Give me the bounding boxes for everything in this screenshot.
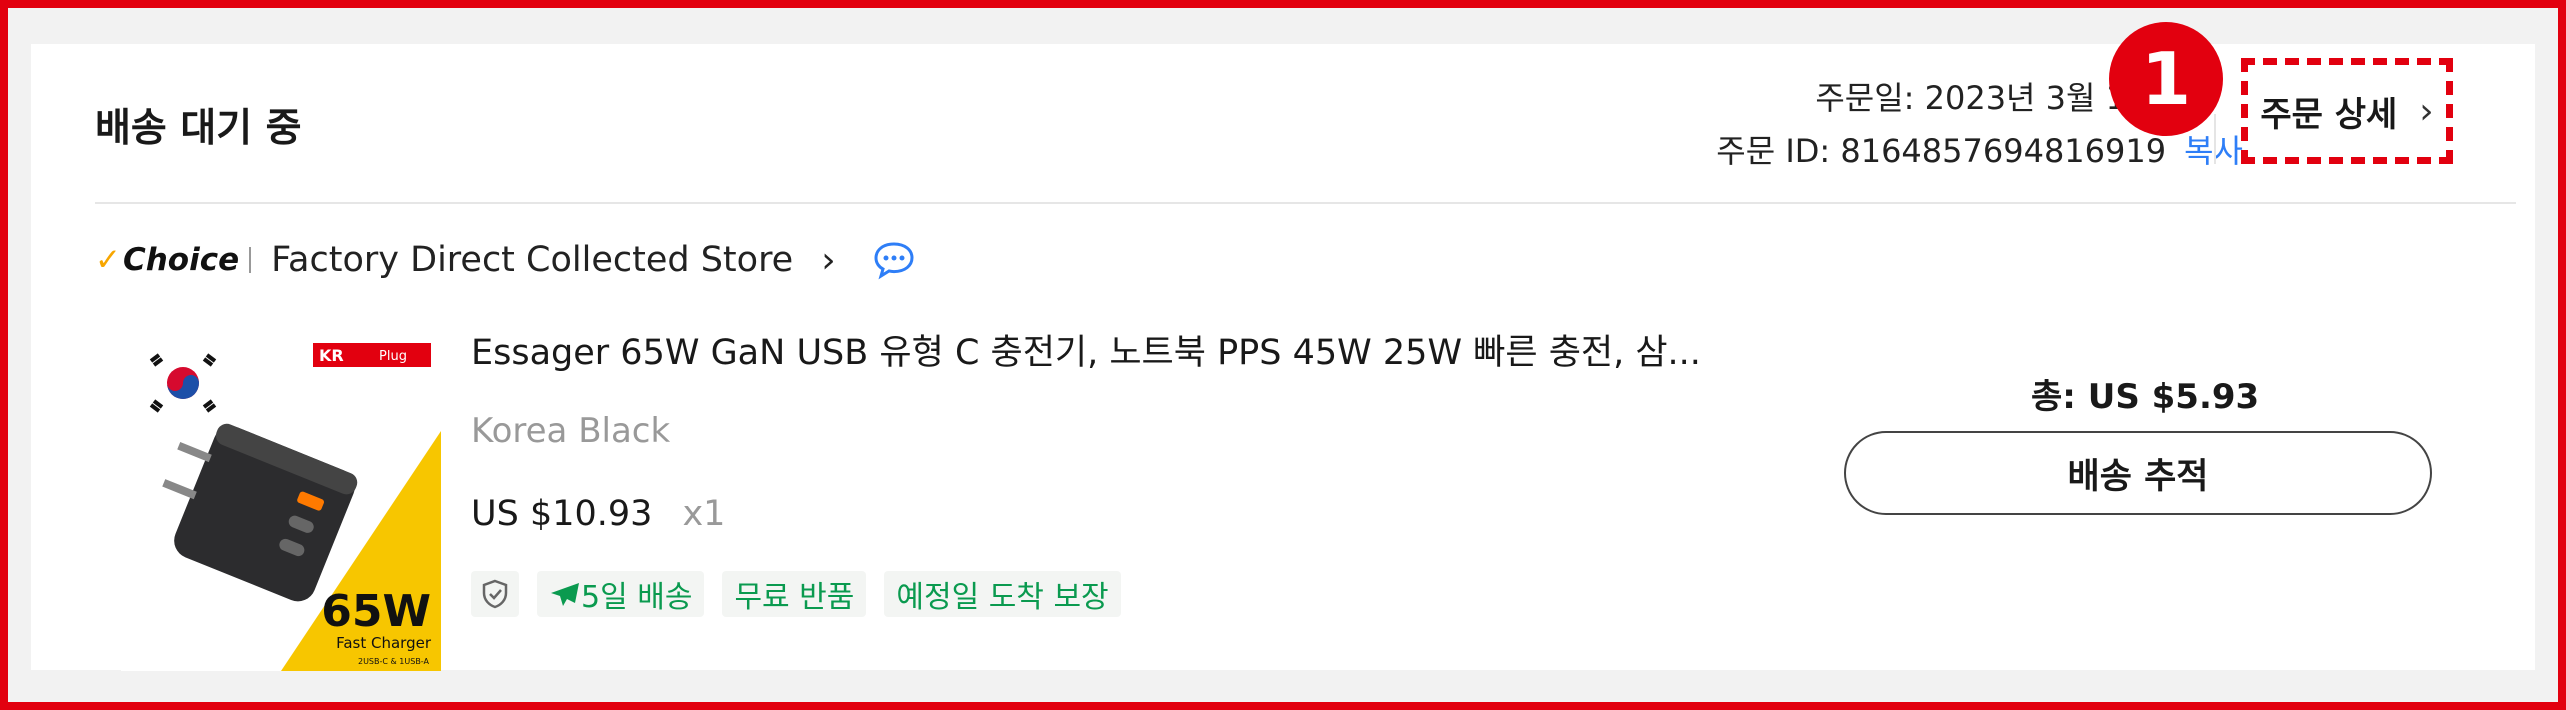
store-chevron-icon[interactable]: › bbox=[821, 240, 835, 281]
chat-bubble-icon[interactable] bbox=[872, 240, 916, 280]
store-name-link[interactable]: Factory Direct Collected Store bbox=[271, 240, 793, 280]
delivery-tag: 5일 배송 bbox=[537, 571, 705, 617]
header-separator bbox=[2214, 114, 2216, 164]
product-price-row: US $10.93 x1 bbox=[471, 494, 725, 534]
order-detail-label: 주문 상세 bbox=[2260, 94, 2398, 135]
track-shipment-button[interactable]: 배송 추적 bbox=[1844, 431, 2432, 515]
order-total-value: US $5.93 bbox=[2087, 377, 2260, 417]
chevron-right-icon: › bbox=[2419, 90, 2434, 132]
svg-text:Plug: Plug bbox=[379, 349, 407, 364]
product-variant: Korea Black bbox=[471, 411, 671, 451]
plane-icon bbox=[551, 583, 579, 606]
store-row: ✓ Choice Factory Direct Collected Store … bbox=[95, 232, 916, 288]
service-tags: 5일 배송 무료 반품 예정일 도착 보장 bbox=[471, 571, 1121, 617]
choice-check-icon: ✓ bbox=[95, 242, 121, 278]
order-date: 주문일: 2023년 3월 1 bbox=[1815, 79, 2126, 117]
order-id: 주문 ID: 8164857694816919 bbox=[1716, 132, 2167, 170]
buyer-protection-tag bbox=[471, 571, 519, 617]
choice-separator bbox=[249, 247, 252, 273]
svg-text:65W: 65W bbox=[321, 586, 431, 637]
step-number-badge: 1 bbox=[2109, 22, 2223, 136]
order-total-label: 총: bbox=[2031, 377, 2088, 417]
order-total: 총: US $5.93 bbox=[2031, 369, 2259, 418]
product-image-graphic: KR Plug 65W Fast Charger 2USB-C & 1USB-A bbox=[149, 343, 441, 671]
korea-flag-icon bbox=[149, 353, 217, 413]
header-divider bbox=[95, 202, 2516, 204]
choice-badge: ✓ Choice bbox=[95, 242, 239, 278]
product-quantity: x1 bbox=[682, 494, 726, 534]
svg-text:2USB-C & 1USB-A: 2USB-C & 1USB-A bbox=[358, 657, 430, 666]
choice-text: Choice bbox=[122, 242, 240, 278]
order-card: 배송 대기 중 주문일: 2023년 3월 1 주문 ID: 816485769… bbox=[31, 22, 2535, 671]
product-image[interactable]: KR Plug 65W Fast Charger 2USB-C & 1USB-A bbox=[121, 321, 441, 671]
svg-text:KR: KR bbox=[319, 346, 344, 365]
product-title-link[interactable]: Essager 65W GaN USB 유형 C 충전기, 노트북 PPS 45… bbox=[471, 324, 1701, 375]
svg-text:Fast Charger: Fast Charger bbox=[336, 634, 432, 652]
order-status: 배송 대기 중 bbox=[95, 106, 302, 151]
shield-check-icon bbox=[482, 579, 508, 609]
on-time-guarantee-tag: 예정일 도착 보장 bbox=[884, 571, 1121, 617]
delivery-tag-label: 5일 배송 bbox=[581, 580, 693, 615]
free-return-tag: 무료 반품 bbox=[722, 571, 867, 617]
order-detail-button[interactable]: 주문 상세 › bbox=[2241, 58, 2453, 164]
product-price: US $10.93 bbox=[471, 494, 653, 534]
